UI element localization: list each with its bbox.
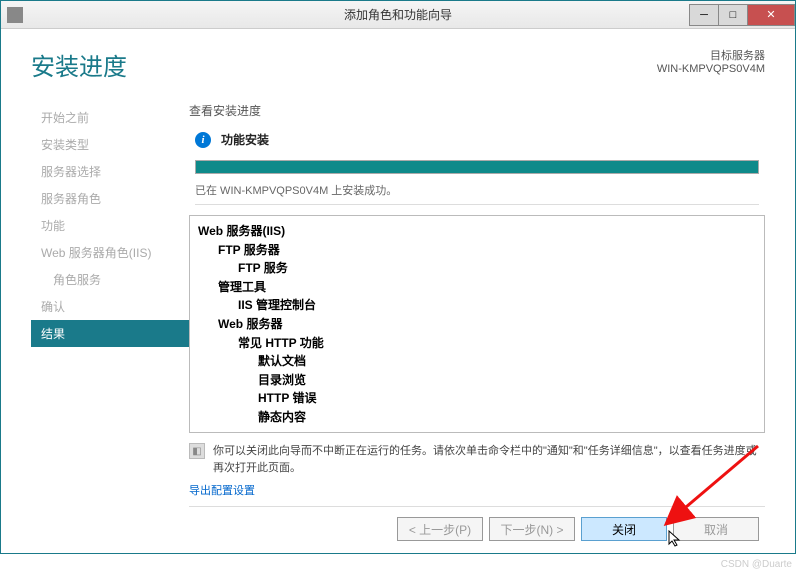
titlebar[interactable]: 添加角色和功能向导 ─ □ ✕ [1, 1, 795, 29]
page-title: 安装进度 [31, 47, 127, 82]
previous-button[interactable]: < 上一步(P) [397, 517, 483, 541]
section-label: 查看安装进度 [189, 102, 765, 119]
tree-node: 常见 HTTP 功能 [198, 334, 756, 353]
flag-icon: ◧ [189, 443, 205, 459]
sidebar-item[interactable]: Web 服务器角色(IIS) [31, 239, 189, 266]
sidebar-item[interactable]: 角色服务 [31, 266, 189, 293]
wizard-sidebar: 开始之前安装类型服务器选择服务器角色功能Web 服务器角色(IIS)角色服务确认… [31, 102, 189, 543]
tree-node: FTP 服务 [198, 259, 756, 278]
sidebar-item[interactable]: 确认 [31, 293, 189, 320]
sidebar-item[interactable]: 功能 [31, 212, 189, 239]
status-message: 已在 WIN-KMPVQPS0V4M 上安装成功。 [195, 182, 759, 205]
right-panel: 查看安装进度 i 功能安装 已在 WIN-KMPVQPS0V4M 上安装成功。 … [189, 102, 765, 543]
info-icon: i [195, 132, 211, 148]
minimize-button[interactable]: ─ [689, 4, 719, 26]
tree-node: 静态内容 [198, 408, 756, 427]
tree-node: 管理工具 [198, 278, 756, 297]
target-label: 目标服务器 [657, 47, 765, 63]
sidebar-item[interactable]: 安装类型 [31, 131, 189, 158]
tree-node: HTTP 错误 [198, 389, 756, 408]
watermark: CSDN @Duarte [721, 559, 792, 570]
next-button[interactable]: 下一步(N) > [489, 517, 575, 541]
app-icon [7, 7, 23, 23]
hint-row: ◧ 你可以关闭此向导而不中断正在运行的任务。请依次单击命令栏中的"通知"和"任务… [189, 443, 765, 476]
progress-bar [195, 160, 759, 174]
cancel-button[interactable]: 取消 [673, 517, 759, 541]
tree-node: Web 服务器(IIS) [198, 222, 756, 241]
target-info: 目标服务器 WIN-KMPVQPS0V4M [657, 47, 765, 75]
tree-node: IIS 管理控制台 [198, 296, 756, 315]
export-config-link[interactable]: 导出配置设置 [189, 482, 765, 498]
window-title: 添加角色和功能向导 [344, 6, 452, 23]
status-title: 功能安装 [221, 131, 269, 148]
body-row: 开始之前安装类型服务器选择服务器角色功能Web 服务器角色(IIS)角色服务确认… [31, 102, 765, 543]
tree-node: FTP 服务器 [198, 241, 756, 260]
sidebar-item[interactable]: 结果 [31, 320, 189, 347]
main-area: 安装进度 目标服务器 WIN-KMPVQPS0V4M 开始之前安装类型服务器选择… [1, 29, 795, 553]
sidebar-item[interactable]: 开始之前 [31, 104, 189, 131]
close-button[interactable]: 关闭 [581, 517, 667, 541]
header-row: 安装进度 目标服务器 WIN-KMPVQPS0V4M [31, 47, 765, 82]
close-window-button[interactable]: ✕ [747, 4, 795, 26]
content-area: 安装进度 目标服务器 WIN-KMPVQPS0V4M 开始之前安装类型服务器选择… [1, 29, 795, 553]
tree-node: Web 服务器 [198, 315, 756, 334]
maximize-button[interactable]: □ [718, 4, 748, 26]
tree-node: 默认文档 [198, 352, 756, 371]
hint-text: 你可以关闭此向导而不中断正在运行的任务。请依次单击命令栏中的"通知"和"任务详细… [213, 443, 765, 476]
sidebar-item[interactable]: 服务器角色 [31, 185, 189, 212]
window-controls: ─ □ ✕ [690, 4, 795, 26]
target-name: WIN-KMPVQPS0V4M [657, 63, 765, 75]
sidebar-item[interactable]: 服务器选择 [31, 158, 189, 185]
wizard-window: 添加角色和功能向导 ─ □ ✕ 安装进度 目标服务器 WIN-KMPVQPS0V… [0, 0, 796, 554]
tree-node: 目录浏览 [198, 371, 756, 390]
button-row: < 上一步(P) 下一步(N) > 关闭 取消 [189, 506, 765, 543]
feature-tree[interactable]: Web 服务器(IIS)FTP 服务器FTP 服务管理工具IIS 管理控制台We… [189, 215, 765, 433]
status-row: i 功能安装 [195, 131, 765, 148]
